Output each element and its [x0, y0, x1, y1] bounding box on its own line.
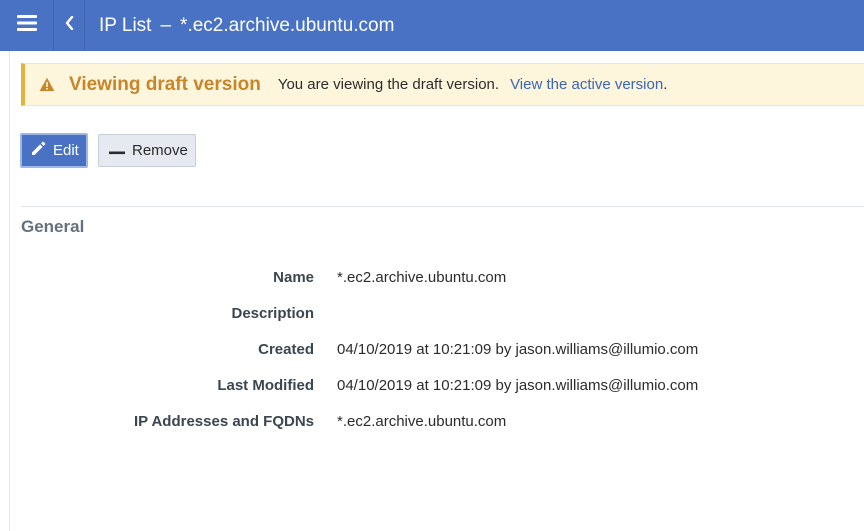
- draft-version-banner: Viewing draft version You are viewing th…: [21, 63, 864, 106]
- field-value: *.ec2.archive.ubuntu.com: [337, 413, 507, 430]
- field-description: Description: [0, 305, 864, 325]
- top-bar: IP List – *.ec2.archive.ubuntu.com: [0, 0, 864, 51]
- field-value: 04/10/2019 at 10:21:09 by jason.williams…: [337, 377, 699, 394]
- back-button[interactable]: [54, 0, 84, 51]
- warning-triangle-icon: [39, 77, 55, 93]
- banner-message: You are viewing the draft version.: [277, 76, 500, 93]
- toolbar-divider: [84, 0, 85, 51]
- field-label: Last Modified: [217, 377, 314, 394]
- minus-icon: [109, 142, 125, 159]
- field-label: Name: [273, 269, 314, 286]
- left-divider: [9, 51, 10, 531]
- banner-title: Viewing draft version: [69, 73, 261, 95]
- field-created: Created 04/10/2019 at 10:21:09 by jason.…: [0, 341, 864, 361]
- field-name: Name *.ec2.archive.ubuntu.com: [0, 269, 864, 289]
- field-last-modified: Last Modified 04/10/2019 at 10:21:09 by …: [0, 377, 864, 397]
- field-value: *.ec2.archive.ubuntu.com: [337, 269, 507, 286]
- title-separator: –: [160, 14, 172, 36]
- field-label: IP Addresses and FQDNs: [133, 413, 314, 430]
- pencil-icon: [31, 141, 46, 160]
- banner-period: .: [663, 76, 668, 93]
- field-label: Description: [231, 305, 314, 322]
- page-title-type: IP List: [99, 14, 152, 36]
- menu-button[interactable]: [0, 0, 53, 51]
- remove-button[interactable]: Remove: [98, 134, 196, 167]
- field-value: 04/10/2019 at 10:21:09 by jason.williams…: [337, 341, 699, 358]
- hamburger-menu-icon: [16, 15, 37, 36]
- page-title-name: *.ec2.archive.ubuntu.com: [180, 14, 395, 36]
- field-ip-addresses-fqdns: IP Addresses and FQDNs *.ec2.archive.ubu…: [0, 413, 864, 433]
- field-label: Created: [258, 341, 314, 358]
- remove-button-label: Remove: [132, 142, 188, 159]
- view-active-version-link[interactable]: View the active version: [510, 76, 663, 93]
- edit-button-label: Edit: [53, 142, 79, 159]
- section-divider: [21, 206, 864, 207]
- chevron-left-icon: [65, 15, 74, 35]
- page-title: IP List – *.ec2.archive.ubuntu.com: [99, 15, 394, 37]
- edit-button[interactable]: Edit: [20, 133, 88, 168]
- section-title-general: General: [21, 217, 85, 236]
